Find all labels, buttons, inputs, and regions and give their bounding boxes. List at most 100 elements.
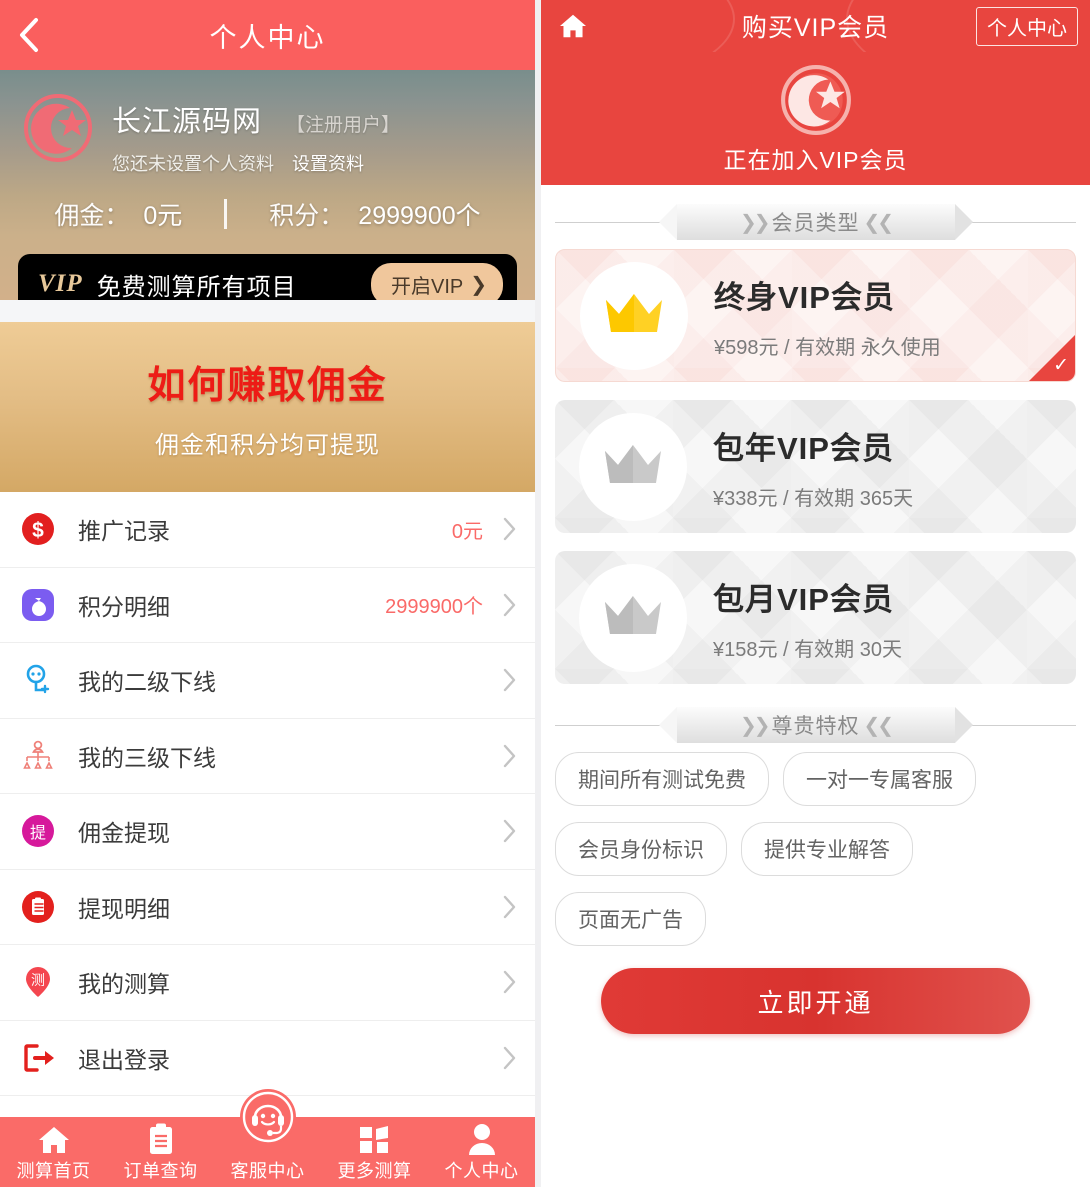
crown-silver-icon (601, 590, 665, 645)
section-divider-privileges: ❯❯ 尊贵特权 ❮❮ (555, 702, 1076, 748)
commission-value: 0元 (143, 202, 183, 230)
vip-promo-banner[interactable]: VIP 免费测算所有项目 开启VIP ❯ (18, 254, 517, 300)
chevron-right-icon (483, 592, 517, 618)
dual-screen-stage: 个人中心 长江源码网 【注册用户】 您还未设置个人资料 设置资料 佣金： 0元 … (0, 0, 1090, 1187)
activate-now-button[interactable]: 立即开通 (601, 968, 1030, 1034)
privilege-pill: 提供专业解答 (741, 822, 913, 876)
plan-title: 包月VIP会员 (713, 581, 894, 617)
tab-label: 个人中心 (444, 1161, 519, 1181)
menu-item-label: 佣金提现 (78, 820, 170, 847)
plan-body: 终身VIP会员 ¥598元 / 有效期 永久使用 (714, 272, 941, 360)
svg-text:$: $ (32, 519, 44, 542)
open-vip-button[interactable]: 开启VIP ❯ (370, 262, 503, 300)
profile-center-button[interactable]: 个人中心 (976, 6, 1078, 46)
plan-badge (579, 412, 687, 521)
points-value: 2999900个 (358, 202, 481, 230)
vip-plan-list: 终身VIP会员 ¥598元 / 有效期 永久使用 ✓ 包年VIP会员 ¥338元… (541, 245, 1090, 684)
clipboard-icon (148, 1121, 174, 1155)
menu-item-second-level-downline[interactable]: 我的二级下线 (0, 643, 535, 719)
menu-item-promotion-records[interactable]: $ 推广记录 0元 (0, 492, 535, 568)
earn-title: 如何赚取佣金 (147, 365, 388, 407)
headset-support-icon (239, 1089, 296, 1145)
menu-item-commission-withdraw[interactable]: 提 佣金提现 (0, 794, 535, 870)
divider-band: ❯❯ 尊贵特权 ❮❮ (658, 707, 973, 743)
vip-plan-card-yearly[interactable]: 包年VIP会员 ¥338元 / 有效期 365天 (555, 400, 1076, 533)
profile-name: 长江源码网 (112, 106, 263, 138)
menu-item-label: 推广记录 (78, 518, 170, 545)
divider-line-right (954, 724, 1076, 726)
chevron-double-left-icon: ❮❮ (863, 714, 894, 737)
privilege-pill: 会员身份标识 (555, 822, 727, 876)
profile-hint-text: 您还未设置个人资料 (112, 154, 274, 174)
privilege-pill: 一对一专属客服 (783, 752, 976, 806)
page-title: 个人中心 (209, 22, 326, 53)
profile-top-row: 长江源码网 【注册用户】 您还未设置个人资料 设置资料 (0, 70, 535, 176)
profile-name-row: 长江源码网 【注册用户】 (112, 98, 400, 140)
chevron-double-right-icon: ❯❯ (739, 211, 770, 234)
open-vip-label: 开启VIP (390, 275, 464, 298)
tab-orders[interactable]: 订单查询 (107, 1117, 214, 1187)
menu-item-third-level-downline[interactable]: 我的三级下线 (0, 719, 535, 794)
profile-screen: 个人中心 长江源码网 【注册用户】 您还未设置个人资料 设置资料 佣金： 0元 … (0, 0, 535, 1187)
profile-sub-row: 您还未设置个人资料 设置资料 (112, 150, 400, 176)
check-icon: ✓ (1053, 355, 1069, 376)
avatar[interactable] (22, 92, 94, 164)
vip-plan-card-lifetime[interactable]: 终身VIP会员 ¥598元 / 有效期 永久使用 ✓ (555, 249, 1076, 382)
vip-label: VIP (38, 270, 83, 297)
profile-card: 长江源码网 【注册用户】 您还未设置个人资料 设置资料 佣金： 0元 积分： 2… (0, 70, 535, 300)
chevron-right-icon: ❯ (470, 273, 487, 296)
plan-meta: ¥158元 / 有效期 30天 (713, 638, 902, 661)
chevron-right-icon (483, 818, 517, 844)
svg-text:测: 测 (31, 972, 45, 988)
crown-gold-icon (602, 288, 666, 343)
bottom-tabbar: 测算首页 订单查询 客服中心 更多测算 个人中心 (0, 1089, 535, 1187)
tab-profile[interactable]: 个人中心 (428, 1117, 535, 1187)
menu-item-label: 提现明细 (78, 895, 170, 922)
vip-promo-text: 免费测算所有项目 (96, 273, 297, 301)
points-label: 积分： (269, 202, 345, 230)
chevron-double-right-icon: ❯❯ (739, 714, 770, 737)
grid-squares-icon (359, 1121, 391, 1155)
tab-more-calculations[interactable]: 更多测算 (321, 1117, 428, 1187)
org-chart-icon (18, 736, 58, 776)
section-title: 会员类型 (771, 212, 860, 235)
chevron-right-icon (483, 743, 517, 769)
privileges-list: 期间所有测试免费 一对一专属客服 会员身份标识 提供专业解答 页面无广告 (541, 748, 1090, 946)
left-header: 个人中心 (0, 0, 535, 70)
menu-item-value: 2999900个 (385, 596, 483, 619)
privilege-pill: 页面无广告 (555, 892, 706, 946)
chevron-right-icon (483, 516, 517, 542)
home-icon[interactable] (553, 13, 593, 39)
earn-commission-banner[interactable]: 如何赚取佣金 佣金和积分均可提现 (0, 322, 535, 492)
menu-item-label: 我的三级下线 (78, 744, 216, 771)
vip-hero-text: 正在加入VIP会员 (723, 146, 908, 173)
dollar-coin-icon: $ (18, 509, 58, 549)
plan-meta: ¥598元 / 有效期 永久使用 (714, 336, 941, 359)
tab-label: 订单查询 (123, 1161, 198, 1181)
chevron-right-icon (483, 969, 517, 995)
buy-vip-screen: 购买VIP会员 个人中心 正在加入VIP会员 ❯❯ 会员类型 ❮❮ 终身VIP会… (541, 0, 1090, 1187)
tab-home[interactable]: 测算首页 (0, 1117, 107, 1187)
earn-subtitle: 佣金和积分均可提现 (155, 432, 380, 459)
menu-item-logout[interactable]: 退出登录 (0, 1021, 535, 1096)
menu-list: $ 推广记录 0元 积分明细 2999900个 我的二级下线 我的三级下线 提 … (0, 492, 535, 1096)
crescent-star-logo-icon (24, 94, 92, 162)
privilege-pill: 期间所有测试免费 (555, 752, 769, 806)
menu-item-label: 退出登录 (78, 1046, 170, 1073)
section-divider-member-type: ❯❯ 会员类型 ❮❮ (555, 199, 1076, 245)
plan-title: 包年VIP会员 (713, 430, 894, 466)
menu-item-points-detail[interactable]: 积分明细 2999900个 (0, 568, 535, 643)
menu-item-withdraw-detail[interactable]: 提现明细 (0, 870, 535, 945)
svg-text:提: 提 (30, 824, 46, 842)
stats-divider (224, 199, 228, 229)
set-profile-link[interactable]: 设置资料 (292, 150, 364, 176)
menu-item-my-calculations[interactable]: 测 我的测算 (0, 945, 535, 1021)
vip-plan-card-monthly[interactable]: 包月VIP会员 ¥158元 / 有效期 30天 (555, 551, 1076, 684)
plan-badge (579, 563, 687, 672)
cta-wrapper: 立即开通 (541, 946, 1090, 1034)
plan-body: 包年VIP会员 ¥338元 / 有效期 365天 (713, 423, 913, 511)
tab-label: 客服中心 (230, 1161, 305, 1181)
chevron-right-icon (483, 1045, 517, 1071)
commission-label: 佣金： (54, 202, 130, 230)
tab-customer-service[interactable]: 客服中心 (214, 1089, 321, 1187)
